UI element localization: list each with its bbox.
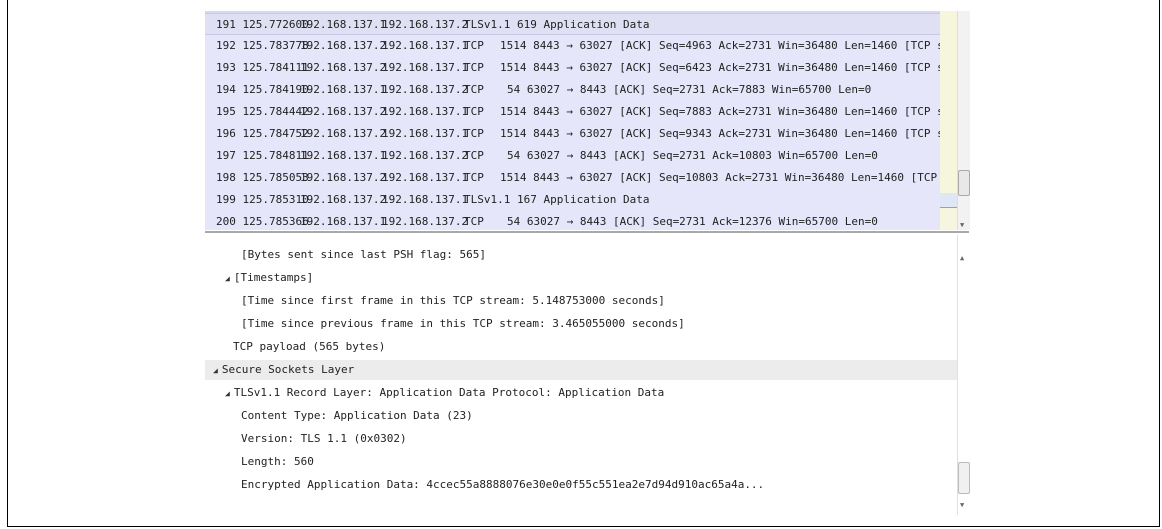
minimap-marker (940, 207, 957, 208)
packet-list-scroll-thumb[interactable] (958, 170, 970, 196)
packet-protocol: TCP (464, 61, 484, 74)
packet-protocol: TLSv1.1 (464, 193, 511, 206)
packet-info: 1514 8443 → 63027 [ACK] Seq=7883 Ack=273… (500, 105, 957, 118)
packet-no-time: 196 125.784752 (216, 127, 309, 140)
detail-line[interactable]: Encrypted Application Data: 4ccec55a8888… (205, 475, 957, 495)
details-scroll-thumb[interactable] (958, 462, 970, 494)
detail-text: Secure Sockets Layer (221, 363, 355, 376)
packet-no-time: 193 125.784111 (216, 61, 309, 74)
detail-text: [Bytes sent since last PSH flag: 565] (241, 248, 487, 261)
packet-row[interactable]: 192 125.783778 192.168.137.2 192.168.137… (205, 35, 957, 57)
detail-text: Encrypted Application Data: 4ccec55a8888… (241, 478, 765, 491)
detail-text: [Time since first frame in this TCP stre… (241, 294, 665, 307)
packet-row[interactable]: 196 125.784752 192.168.137.2 192.168.137… (205, 123, 957, 145)
detail-line[interactable]: [Bytes sent since last PSH flag: 565] (205, 245, 957, 265)
packet-source: 192.168.137.2 (300, 61, 387, 74)
packet-source: 192.168.137.2 (300, 39, 387, 52)
expand-triangle-icon[interactable]: ◢ (225, 269, 230, 289)
detail-text: TCP payload (565 bytes) (233, 340, 386, 353)
packet-source: 192.168.137.2 (300, 105, 387, 118)
minimap-block (940, 11, 957, 193)
packet-destination: 192.168.137.1 (382, 193, 469, 206)
packet-no-time: 197 125.784811 (216, 149, 309, 162)
packet-source: 192.168.137.2 (300, 127, 387, 140)
pane-divider[interactable] (205, 231, 969, 233)
packet-source: 192.168.137.1 (300, 83, 387, 96)
packet-no-time: 194 125.784190 (216, 83, 309, 96)
detail-line[interactable]: Version: TLS 1.1 (0x0302) (205, 429, 957, 449)
packet-source: 192.168.137.2 (300, 193, 387, 206)
packet-row[interactable]: 195 125.784442 192.168.137.2 192.168.137… (205, 101, 957, 123)
packet-minimap[interactable] (940, 11, 957, 230)
packet-info: 619 Application Data (517, 18, 650, 31)
packet-destination: 192.168.137.1 (382, 105, 469, 118)
packet-destination: 192.168.137.2 (382, 18, 469, 31)
detail-line[interactable]: [Time since first frame in this TCP stre… (205, 291, 957, 311)
scroll-down-icon[interactable]: ▼ (960, 502, 964, 509)
detail-text: Version: TLS 1.1 (0x0302) (241, 432, 407, 445)
scroll-down-icon[interactable]: ▼ (960, 222, 964, 229)
detail-line[interactable]: Length: 560 (205, 452, 957, 472)
detail-text: [Time since previous frame in this TCP s… (241, 317, 685, 330)
details-scrollbar[interactable]: ▲ ▼ (957, 235, 970, 515)
packet-row[interactable]: 200 125.785366 192.168.137.1 192.168.137… (205, 211, 957, 230)
detail-line-ssl[interactable]: ◢ Secure Sockets Layer (205, 360, 957, 380)
packet-destination: 192.168.137.2 (382, 215, 469, 228)
packet-no-time: 200 125.785366 (216, 215, 309, 228)
packet-destination: 192.168.137.1 (382, 127, 469, 140)
packet-source: 192.168.137.1 (300, 215, 387, 228)
packet-info: 54 63027 → 8443 [ACK] Seq=2731 Ack=7883 … (507, 83, 872, 96)
packet-protocol: TCP (464, 105, 484, 118)
packet-destination: 192.168.137.2 (382, 83, 469, 96)
detail-line-timestamps[interactable]: ◢ [Timestamps] (205, 268, 957, 288)
detail-text: TLSv1.1 Record Layer: Application Data P… (233, 386, 665, 399)
detail-text: Length: 560 (241, 455, 314, 468)
packet-info: 1514 8443 → 63027 [ACK] Seq=10803 Ack=27… (500, 171, 957, 184)
scroll-up-icon[interactable]: ▲ (960, 255, 964, 262)
packet-protocol: TCP (464, 171, 484, 184)
expand-triangle-icon[interactable]: ◢ (213, 361, 218, 381)
packet-info: 1514 8443 → 63027 [ACK] Seq=6423 Ack=273… (500, 61, 957, 74)
detail-text: [Timestamps] (233, 271, 314, 284)
detail-line-record-layer[interactable]: ◢ TLSv1.1 Record Layer: Application Data … (205, 383, 957, 403)
packet-row[interactable]: 193 125.784111 192.168.137.2 192.168.137… (205, 57, 957, 79)
packet-destination: 192.168.137.1 (382, 61, 469, 74)
packet-info: 167 Application Data (517, 193, 650, 206)
packet-row[interactable]: 191 125.772600 192.168.137.1 192.168.137… (205, 13, 957, 35)
packet-list-pane[interactable]: 191 125.772600 192.168.137.1 192.168.137… (205, 11, 957, 230)
packet-protocol: TCP (464, 39, 484, 52)
packet-row[interactable]: 194 125.784190 192.168.137.1 192.168.137… (205, 79, 957, 101)
detail-line[interactable]: [Time since previous frame in this TCP s… (205, 314, 957, 334)
packet-destination: 192.168.137.1 (382, 171, 469, 184)
packet-protocol: TLSv1.1 (464, 18, 511, 31)
packet-info: 54 63027 → 8443 [ACK] Seq=2731 Ack=10803… (507, 149, 878, 162)
detail-line[interactable]: TCP payload (565 bytes) (205, 337, 957, 357)
packet-no-time: 195 125.784442 (216, 105, 309, 118)
detail-line[interactable]: Content Type: Application Data (23) (205, 406, 957, 426)
packet-row[interactable]: 197 125.784811 192.168.137.1 192.168.137… (205, 145, 957, 167)
packet-no-time: 198 125.785053 (216, 171, 309, 184)
packet-info: 1514 8443 → 63027 [ACK] Seq=4963 Ack=273… (500, 39, 957, 52)
expand-triangle-icon[interactable]: ◢ (225, 384, 230, 404)
minimap-block (940, 193, 957, 207)
packet-protocol: TCP (464, 127, 484, 140)
packet-details-pane[interactable]: [Bytes sent since last PSH flag: 565] ◢[… (205, 235, 957, 515)
packet-row[interactable]: 199 125.785310 192.168.137.2 192.168.137… (205, 189, 957, 211)
packet-protocol: TCP (464, 83, 484, 96)
packet-list-scrollbar[interactable]: ▼ (957, 11, 970, 230)
packet-protocol: TCP (464, 149, 484, 162)
packet-no-time: 192 125.783778 (216, 39, 309, 52)
packet-source: 192.168.137.1 (300, 149, 387, 162)
packet-source: 192.168.137.2 (300, 171, 387, 184)
packet-info: 1514 8443 → 63027 [ACK] Seq=9343 Ack=273… (500, 127, 957, 140)
packet-row[interactable]: 198 125.785053 192.168.137.2 192.168.137… (205, 167, 957, 189)
detail-text: Content Type: Application Data (23) (241, 409, 473, 422)
packet-info: 54 63027 → 8443 [ACK] Seq=2731 Ack=12376… (507, 215, 878, 228)
packet-no-time: 191 125.772600 (216, 18, 309, 31)
packet-destination: 192.168.137.2 (382, 149, 469, 162)
packet-destination: 192.168.137.1 (382, 39, 469, 52)
packet-source: 192.168.137.1 (300, 18, 387, 31)
packet-no-time: 199 125.785310 (216, 193, 309, 206)
packet-protocol: TCP (464, 215, 484, 228)
